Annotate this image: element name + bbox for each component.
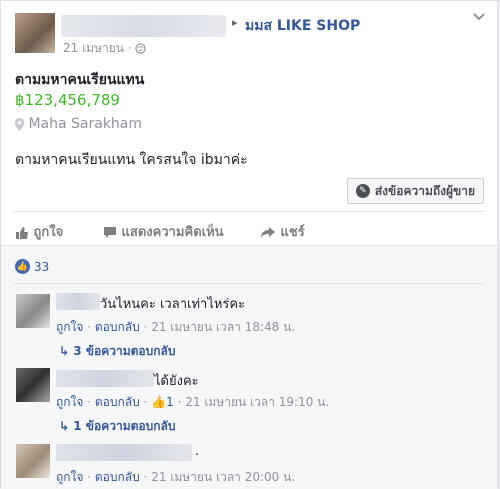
likes-count: 33 [34, 259, 50, 274]
view-replies-label: 1 ข้อความตอบกลับ [73, 419, 176, 433]
post-card: ▸ มมส LIKE SHOP 21 เมษายน · ตามมหาคนเรีย… [0, 0, 498, 489]
comment-text: ได้ยังคะ [154, 374, 199, 389]
view-replies-link[interactable]: ↳ 3 ข้อความตอบกลับ [59, 342, 175, 361]
like-action-button[interactable]: ถูกใจ [15, 221, 63, 242]
like-badge-icon: 👍 [15, 259, 30, 274]
comment-likes-value: 1 [166, 395, 174, 409]
commenter-name-redacted[interactable] [56, 444, 192, 461]
listing-location: Maha Sarakham [15, 116, 142, 132]
comment-reply-link[interactable]: ตอบกลับ [95, 320, 140, 334]
comment-like-link[interactable]: ถูกใจ [56, 320, 83, 334]
share-action-button[interactable]: แชร์ [260, 221, 305, 242]
thumbs-up-icon: 👍 [151, 395, 167, 409]
comment-text: . [195, 444, 200, 459]
commenter-avatar[interactable] [16, 368, 50, 402]
message-seller-button[interactable]: ✎ ส่งข้อความถึงผู้ขาย [346, 178, 484, 204]
comment-time[interactable]: 21 เมษายน เวลา 18:48 น. [151, 320, 295, 334]
commenter-name-redacted[interactable] [56, 293, 100, 310]
post-date[interactable]: 21 เมษายน [63, 41, 124, 55]
comment-time[interactable]: 21 เมษายน เวลา 19:10 น. [185, 395, 329, 409]
thumbs-up-icon [16, 226, 28, 239]
reply-arrow-icon: ↳ [59, 419, 70, 433]
likes-summary[interactable]: 👍 33 [15, 259, 49, 274]
message-seller-label: ส่งข้อความถึงผู้ขาย [374, 183, 475, 198]
author-name-redacted[interactable] [61, 15, 226, 37]
commenter-avatar[interactable] [16, 444, 50, 478]
share-arrow-icon [261, 227, 275, 238]
comment-time[interactable]: 21 เมษายน เวลา 20:00 น. [151, 470, 295, 484]
listing-title: ตามมหาคนเรียนแทน [15, 72, 145, 88]
comment-reply-link[interactable]: ตอบกลับ [95, 470, 140, 484]
author-avatar[interactable] [15, 13, 55, 53]
listing-price: ฿123,456,789 [15, 91, 120, 109]
comments-section: 👍 33 วันไหนคะ เวลาเท่าไหร่คะ ถูกใจ · ตอบ… [1, 245, 497, 489]
globe-icon [135, 43, 147, 54]
divider [13, 283, 485, 284]
location-pin-icon [15, 117, 24, 131]
comment-meta: ถูกใจ · ตอบกลับ · 21 เมษายน เวลา 20:00 น… [56, 470, 296, 484]
arrow-icon: ▸ [232, 16, 238, 29]
view-replies-link[interactable]: ↳ 1 ข้อความตอบกลับ [59, 417, 175, 436]
comment-like-link[interactable]: ถูกใจ [56, 395, 83, 409]
comment-meta: ถูกใจ · ตอบกลับ · 👍1 · 21 เมษายน เวลา 19… [56, 395, 330, 409]
comment-icon [104, 227, 116, 238]
comment-action-label: แสดงความคิดเห็น [121, 225, 224, 240]
comment-text: วันไหนคะ เวลาเท่าไหร่คะ [100, 297, 246, 312]
like-action-label: ถูกใจ [33, 225, 64, 240]
divider [13, 211, 485, 212]
comment-like-link[interactable]: ถูกใจ [56, 470, 83, 484]
view-replies-label: 3 ข้อความตอบกลับ [73, 344, 176, 358]
group-name-link[interactable]: มมส LIKE SHOP [245, 15, 360, 37]
dot-separator: · [127, 41, 132, 55]
comment-likes-count[interactable]: 👍1 [151, 395, 174, 409]
commenter-avatar[interactable] [16, 294, 50, 328]
share-action-label: แชร์ [280, 225, 305, 240]
commenter-name-redacted[interactable] [56, 370, 154, 387]
reply-arrow-icon: ↳ [59, 344, 70, 358]
post-meta: 21 เมษายน · [63, 39, 147, 58]
comment-meta: ถูกใจ · ตอบกลับ · 21 เมษายน เวลา 18:48 น… [56, 320, 296, 334]
comment-action-button[interactable]: แสดงความคิดเห็น [103, 221, 224, 242]
chevron-down-icon[interactable] [473, 13, 485, 21]
comment-reply-link[interactable]: ตอบกลับ [95, 395, 140, 409]
listing-description: ตามหาคนเรียนแทน ใครสนใจ ibมาค่ะ [15, 152, 248, 168]
location-text: Maha Sarakham [28, 116, 143, 132]
messenger-icon: ✎ [355, 184, 370, 198]
